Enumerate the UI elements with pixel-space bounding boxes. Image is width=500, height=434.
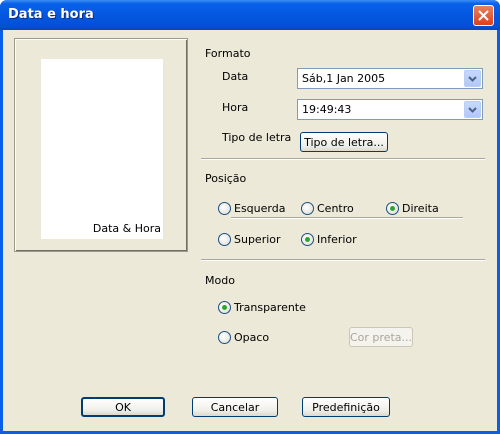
chevron-down-icon[interactable] xyxy=(464,70,481,87)
radio-opaco[interactable]: Opaco xyxy=(218,330,269,344)
dialog-window: Data e hora Data & Hora Formato Data Sáb… xyxy=(0,0,500,434)
default-button[interactable]: Predefinição xyxy=(302,397,390,417)
radio-circle-selected[interactable] xyxy=(386,201,399,215)
radio-label: Transparente xyxy=(234,300,306,314)
radio-circle[interactable] xyxy=(218,201,231,215)
chevron-down-icon[interactable] xyxy=(464,101,481,118)
radio-esquerda[interactable]: Esquerda xyxy=(218,201,285,215)
data-format-select[interactable]: Sáb,1 Jan 2005 xyxy=(297,68,483,89)
radio-label: Esquerda xyxy=(234,201,286,215)
radio-label: Superior xyxy=(234,232,281,246)
radio-circle-selected[interactable] xyxy=(301,232,314,246)
separator xyxy=(201,259,485,261)
ok-button-label: OK xyxy=(115,400,131,414)
radio-centro[interactable]: Centro xyxy=(301,201,354,215)
radio-superior[interactable]: Superior xyxy=(218,232,281,246)
data-format-value: Sáb,1 Jan 2005 xyxy=(302,72,386,85)
data-label: Data xyxy=(222,70,249,83)
cancel-button-label: Cancelar xyxy=(210,400,260,414)
radio-transparente[interactable]: Transparente xyxy=(218,300,306,314)
font-button[interactable]: Tipo de letra... xyxy=(300,132,388,152)
radio-label: Centro xyxy=(317,201,354,215)
cancel-button[interactable]: Cancelar xyxy=(192,397,278,417)
radio-direita[interactable]: Direita xyxy=(386,201,439,215)
window-title: Data e hora xyxy=(8,7,94,22)
modo-heading: Modo xyxy=(205,274,235,287)
radio-label: Inferior xyxy=(317,232,357,246)
hora-format-value: 19:49:43 xyxy=(302,103,352,116)
radio-inferior[interactable]: Inferior xyxy=(301,232,357,246)
radio-label: Opaco xyxy=(234,330,270,344)
preview-label: Data & Hora xyxy=(92,222,161,235)
default-button-label: Predefinição xyxy=(312,400,380,414)
title-bar[interactable]: Data e hora xyxy=(0,0,500,30)
radio-circle[interactable] xyxy=(218,232,231,246)
preview-page: Data & Hora xyxy=(41,59,163,239)
hora-label: Hora xyxy=(222,101,249,114)
separator xyxy=(201,158,485,160)
font-button-label: Tipo de letra... xyxy=(304,135,384,149)
radio-label: Direita xyxy=(402,201,439,215)
close-button[interactable] xyxy=(473,5,494,26)
separator xyxy=(231,217,463,219)
radio-circle[interactable] xyxy=(301,201,314,215)
dialog-body: Data & Hora Formato Data Sáb,1 Jan 2005 … xyxy=(3,30,497,431)
posicao-heading: Posição xyxy=(205,172,247,185)
formato-heading: Formato xyxy=(205,47,251,60)
preview-panel: Data & Hora xyxy=(14,38,188,252)
color-button-label: Cor preta... xyxy=(350,330,413,344)
color-button[interactable]: Cor preta... xyxy=(349,327,413,347)
ok-button[interactable]: OK xyxy=(81,397,165,417)
radio-circle-selected[interactable] xyxy=(218,300,231,314)
tipo-de-letra-label: Tipo de letra xyxy=(222,131,292,144)
close-icon xyxy=(478,10,489,21)
radio-circle[interactable] xyxy=(218,330,231,344)
hora-format-select[interactable]: 19:49:43 xyxy=(297,99,483,120)
